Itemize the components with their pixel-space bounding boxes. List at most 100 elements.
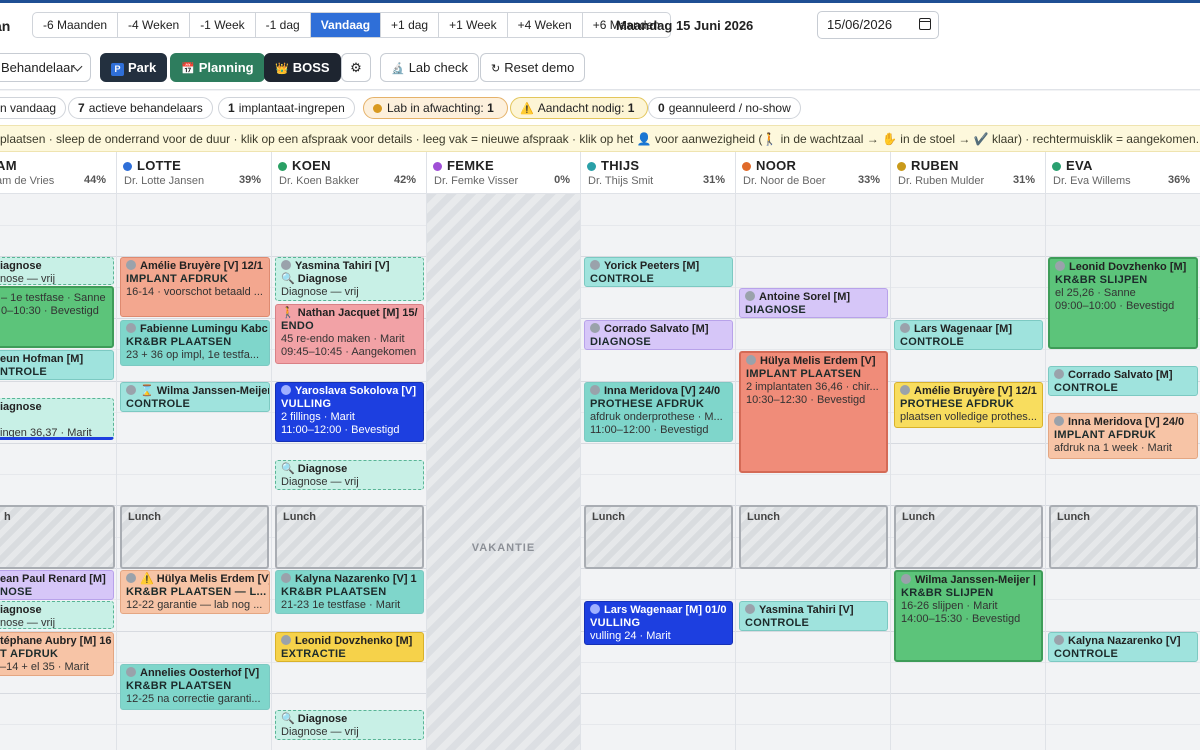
date-picker-input[interactable]: 15/06/2026 bbox=[817, 11, 939, 39]
appointment-card[interactable]: Yasmina Tahiri [V] CONTROLE bbox=[739, 601, 888, 631]
appointment-card[interactable]: Amélie Bruyère [V] 12/1 PROTHESE AFDRUK … bbox=[894, 382, 1043, 428]
calendar-icon[interactable] bbox=[919, 18, 931, 30]
column-header[interactable]: NOOR Dr. Noor de Boer 33% bbox=[736, 152, 890, 194]
practitioner-name-text: KOEN bbox=[292, 158, 331, 173]
appointment-card[interactable]: eun Hofman [M] NTROLE bbox=[0, 350, 114, 380]
column-header[interactable]: FEMKE Dr. Femke Visser 0% bbox=[427, 152, 580, 194]
appointment-card[interactable]: Inna Meridova [V] 24/0 PROTHESE AFDRUK a… bbox=[584, 382, 733, 442]
appointment-card[interactable]: Kalyna Nazarenko [V] 1 KR&BR PLAATSEN 21… bbox=[275, 570, 424, 614]
appointment-card[interactable]: ⌛ Wilma Janssen-Meijer CONTROLE bbox=[120, 382, 270, 412]
appointment-card[interactable]: 🔍 Diagnose Diagnose — vrij bbox=[275, 710, 424, 740]
appointment-card[interactable]: Lars Wagenaar [M] 01/0 VULLING vulling 2… bbox=[584, 601, 733, 645]
person-icon bbox=[281, 635, 291, 645]
nav-plus-4-weeks-button[interactable]: +4 Weken bbox=[508, 13, 583, 37]
stat-implant-procedures[interactable]: 1 implantaat-ingrepen bbox=[218, 97, 355, 119]
appointment-card[interactable]: Wilma Janssen-Meijer | KR&BR SLIJPEN 16-… bbox=[894, 570, 1043, 662]
column-header[interactable]: RUBEN Dr. Ruben Mulder 31% bbox=[891, 152, 1045, 194]
occupancy-percent: 33% bbox=[857, 174, 880, 186]
occupancy-percent: 39% bbox=[238, 174, 261, 186]
appointment-card[interactable]: Lars Wagenaar [M] CONTROLE bbox=[894, 320, 1043, 350]
settings-button[interactable]: ⚙ bbox=[341, 53, 371, 82]
appointment-detail: plaatsen volledige prothes... bbox=[900, 411, 1037, 423]
park-button[interactable]: P Park bbox=[100, 53, 168, 82]
appointment-card[interactable]: téphane Aubry [M] 16 T AFDRUK –14 + el 3… bbox=[0, 632, 114, 676]
lunch-block[interactable]: Lunch bbox=[894, 505, 1043, 569]
nav-minus-4-weeks-button[interactable]: -4 Weken bbox=[118, 13, 191, 37]
stat-attention-needed[interactable]: ⚠️ Aandacht nodig: 1 bbox=[510, 97, 649, 119]
appointment-card[interactable]: Kalyna Nazarenko [V] CONTROLE bbox=[1048, 632, 1198, 662]
appointment-detail: 23 + 36 op impl, 1e testfa... bbox=[126, 349, 259, 361]
lunch-block[interactable]: Lunch bbox=[1049, 505, 1198, 569]
nav-minus-1-day-button[interactable]: -1 dag bbox=[256, 13, 311, 37]
appointment-patient: Annelies Oosterhof [V] bbox=[140, 667, 260, 679]
person-icon bbox=[126, 573, 136, 583]
stat-active-practitioners[interactable]: 7 actieve behandelaars bbox=[68, 97, 213, 119]
nav-today-button[interactable]: Vandaag bbox=[310, 13, 382, 37]
appointment-card[interactable]: Leonid Dovzhenko [M] EXTRACTIE bbox=[275, 632, 424, 662]
column-header[interactable]: AM am de Vries 44% bbox=[0, 152, 116, 194]
lunch-block[interactable]: Lunch bbox=[120, 505, 269, 569]
nav-plus-1-week-button[interactable]: +1 Week bbox=[439, 13, 508, 37]
app-title: an bbox=[0, 18, 11, 34]
planning-button[interactable]: 📅 Planning bbox=[170, 53, 265, 82]
appointment-card[interactable]: iagnose nose — vrij bbox=[0, 601, 114, 629]
column-header[interactable]: THIJS Dr. Thijs Smit 31% bbox=[581, 152, 735, 194]
appointment-card[interactable]: Yasmina Tahiri [V] 🔍 Diagnose Diagnose —… bbox=[275, 257, 424, 301]
appointment-patient: Lars Wagenaar [M] 01/0 bbox=[604, 604, 727, 616]
person-icon bbox=[590, 604, 600, 614]
appointment-card[interactable]: ⚠️ Hülya Melis Erdem [V] KR&BR PLAATSEN … bbox=[120, 570, 270, 614]
stat-cancelled-noshow[interactable]: 0 geannuleerd / no-show bbox=[648, 97, 801, 119]
appointment-patient: Lars Wagenaar [M] bbox=[914, 323, 1013, 335]
stat-lab-pending[interactable]: Lab in afwachting: 1 bbox=[363, 97, 508, 119]
appointment-card[interactable]: iagnose ingen 36,37 · Marit bbox=[0, 398, 114, 440]
stat-label: implantaat-ingrepen bbox=[238, 101, 345, 115]
column-header[interactable]: EVA Dr. Eva Willems 36% bbox=[1046, 152, 1200, 194]
reset-icon: ↻ bbox=[491, 63, 501, 75]
person-icon bbox=[126, 667, 136, 677]
lunch-block[interactable]: Lunch bbox=[275, 505, 424, 569]
appointment-card[interactable]: Leonid Dovzhenko [M] KR&BR SLIJPEN el 25… bbox=[1048, 257, 1198, 349]
appointment-detail: 12-22 garantie — lab nog ... bbox=[126, 599, 263, 611]
appointment-card[interactable]: Corrado Salvato [M] DIAGNOSE bbox=[584, 320, 733, 350]
lunch-label: Lunch bbox=[747, 511, 780, 523]
nav-minus-1-week-button[interactable]: -1 Week bbox=[190, 13, 256, 37]
calendar-icon: 📅 bbox=[181, 63, 195, 75]
practitioner-doctor: am de Vries bbox=[0, 175, 55, 187]
appointment-card[interactable]: Yaroslava Sokolova [V] VULLING 2 filling… bbox=[275, 382, 424, 442]
lab-check-button[interactable]: 🔬 Lab check bbox=[380, 53, 479, 82]
appointment-card[interactable]: Antoine Sorel [M] DIAGNOSE bbox=[739, 288, 888, 318]
lunch-block[interactable]: h bbox=[0, 505, 115, 569]
appointment-card[interactable]: iagnose nose — vrij bbox=[0, 257, 114, 285]
appointment-card[interactable]: ean Paul Renard [M] NOSE bbox=[0, 570, 114, 600]
appointment-card[interactable]: Yorick Peeters [M] CONTROLE bbox=[584, 257, 733, 287]
practitioner-name-text: NOOR bbox=[756, 158, 797, 173]
appointment-card[interactable]: 🔍 Diagnose Diagnose — vrij bbox=[275, 460, 424, 490]
appointment-card[interactable]: Annelies Oosterhof [V] KR&BR PLAATSEN 12… bbox=[120, 664, 270, 710]
reset-demo-button[interactable]: ↻ Reset demo bbox=[480, 53, 586, 82]
column-header[interactable]: LOTTE Dr. Lotte Jansen 39% bbox=[117, 152, 271, 194]
stat-appointments-today[interactable]: n vandaag bbox=[0, 97, 67, 119]
appointment-card[interactable]: Corrado Salvato [M] CONTROLE bbox=[1048, 366, 1198, 396]
appointment-patient: Yorick Peeters [M] bbox=[604, 260, 700, 272]
nav-plus-1-day-button[interactable]: +1 dag bbox=[381, 13, 440, 37]
column-header[interactable]: KOEN Dr. Koen Bakker 42% bbox=[272, 152, 426, 194]
practitioner-doctor: Dr. Ruben Mulder bbox=[898, 175, 985, 187]
appointment-card[interactable]: – 1e testfase · Sanne 0–10:30 · Bevestig… bbox=[0, 286, 114, 348]
appointment-type: IMPLANT AFDRUK bbox=[1054, 429, 1157, 441]
occupancy-percent: 31% bbox=[702, 174, 725, 186]
appointment-type: VULLING bbox=[281, 398, 332, 410]
appointment-card[interactable]: 🚶 Nathan Jacquet [M] 15/ ENDO 45 re-endo… bbox=[275, 304, 424, 364]
boss-button[interactable]: 👑 BOSS bbox=[264, 53, 341, 82]
appointment-time-status: 09:00–10:00 · Bevestigd bbox=[1055, 300, 1175, 312]
appointment-card[interactable]: Hülya Melis Erdem [V] IMPLANT PLAATSEN 2… bbox=[739, 351, 888, 473]
lunch-block[interactable]: Lunch bbox=[739, 505, 888, 569]
person-icon bbox=[1054, 416, 1064, 426]
person-icon bbox=[281, 573, 291, 583]
nav-minus-6-months-button[interactable]: -6 Maanden bbox=[33, 13, 119, 37]
warning-icon: ⚠️ bbox=[520, 103, 534, 115]
view-mode-select[interactable]: Behandelaar bbox=[0, 53, 91, 82]
appointment-card[interactable]: Fabienne Lumingu Kabc KR&BR PLAATSEN 23 … bbox=[120, 320, 270, 366]
appointment-card[interactable]: Inna Meridova [V] 24/0 IMPLANT AFDRUK af… bbox=[1048, 413, 1198, 459]
lunch-block[interactable]: Lunch bbox=[584, 505, 733, 569]
appointment-card[interactable]: Amélie Bruyère [V] 12/1 IMPLANT AFDRUK 1… bbox=[120, 257, 270, 317]
